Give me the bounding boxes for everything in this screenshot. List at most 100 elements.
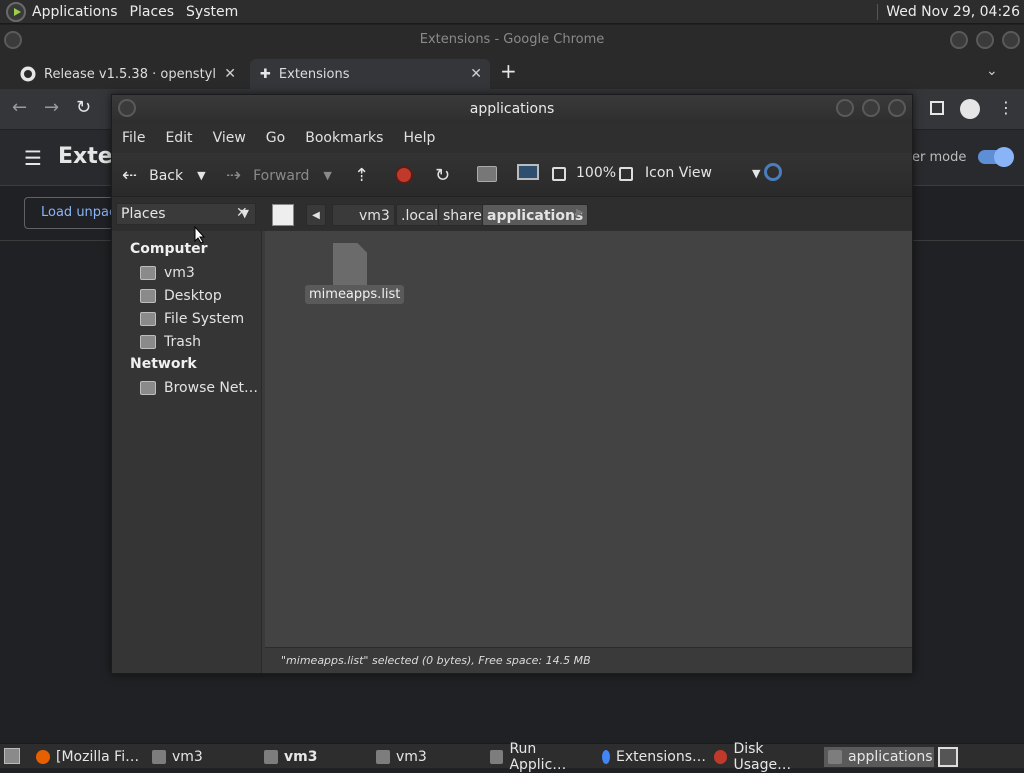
breadcrumb-applications[interactable]: applications xyxy=(482,204,589,226)
sidebar-item-label: Desktop xyxy=(164,288,222,304)
chrome-window-title: Extensions - Google Chrome xyxy=(419,32,605,47)
breadcrumb-right-arrow-icon[interactable]: ▶ xyxy=(576,207,584,218)
menu-view[interactable]: View xyxy=(203,130,256,146)
sidebar-item-label: vm3 xyxy=(164,265,195,281)
close-tab-icon[interactable]: ✕ xyxy=(470,66,482,82)
tab-search-icon[interactable]: ⌄ xyxy=(986,63,998,79)
task-label: applications xyxy=(848,749,933,765)
menu-places[interactable]: Places xyxy=(124,4,181,20)
breadcrumb-local[interactable]: .local xyxy=(396,204,444,226)
chevron-down-icon: ▼ xyxy=(751,166,761,180)
computer-icon[interactable] xyxy=(517,164,539,180)
tab-extensions[interactable]: ✚ Extensions ✕ xyxy=(250,59,490,89)
show-desktop-icon[interactable] xyxy=(4,748,20,764)
menu-help[interactable]: Help xyxy=(393,130,445,146)
back-button[interactable]: ⇠ Back ▼ xyxy=(122,165,206,186)
menu-bookmarks[interactable]: Bookmarks xyxy=(295,130,393,146)
github-icon xyxy=(20,66,36,82)
reload-icon[interactable]: ↻ xyxy=(435,165,450,186)
developer-mode-toggle[interactable] xyxy=(978,147,1014,167)
profile-icon[interactable] xyxy=(960,99,980,119)
file-manager-window: applications File Edit View Go Bookmarks… xyxy=(111,94,913,674)
forward-label: Forward xyxy=(253,167,310,184)
chrome-titlebar: Extensions - Google Chrome xyxy=(0,25,1024,55)
task-run-application[interactable]: Run Applic… xyxy=(486,741,594,773)
task-vm3-1[interactable]: vm3 xyxy=(148,747,256,767)
task-applications[interactable]: applications xyxy=(824,747,934,767)
fm-icon-view[interactable]: mimeapps.list xyxy=(265,231,912,647)
fm-toolbar: ⇠ Back ▼ ⇢ Forward ▼ ⇡ ↻ 100% Icon View … xyxy=(112,153,912,197)
clock[interactable]: Wed Nov 29, 04:26 xyxy=(877,3,1024,20)
sidebar-item-trash[interactable]: Trash xyxy=(140,334,201,350)
close-tab-icon[interactable]: ✕ xyxy=(224,66,236,82)
task-disk-usage[interactable]: Disk Usage… xyxy=(710,741,822,773)
back-arrow-icon[interactable]: ← xyxy=(12,97,27,118)
load-unpacked-button[interactable]: Load unpac xyxy=(24,197,114,229)
menu-file[interactable]: File xyxy=(112,130,155,146)
task-vm3-3[interactable]: vm3 xyxy=(372,747,480,767)
new-tab-icon[interactable]: + xyxy=(500,59,517,83)
zoom-in-icon[interactable] xyxy=(619,167,633,181)
fm-window-title: applications xyxy=(469,101,555,117)
home-folder-icon xyxy=(152,750,166,764)
tab-release[interactable]: Release v1.5.38 · openstyles/st ✕ xyxy=(12,59,244,89)
menu-edit[interactable]: Edit xyxy=(155,130,202,146)
up-icon[interactable]: ⇡ xyxy=(354,165,369,186)
back-history-dropdown-icon[interactable]: ▼ xyxy=(197,169,205,182)
reload-icon[interactable]: ↻ xyxy=(76,97,91,118)
breadcrumb-left-arrow-icon[interactable]: ◀ xyxy=(306,204,326,226)
forward-arrow-icon[interactable]: → xyxy=(44,97,59,118)
file-item[interactable]: mimeapps.list xyxy=(265,231,435,321)
chrome-menu-icon[interactable]: ⋮ xyxy=(998,98,1014,117)
minimize-icon[interactable] xyxy=(950,31,968,49)
task-label: vm3 xyxy=(172,749,203,765)
chrome-icon xyxy=(602,750,610,764)
maximize-icon[interactable] xyxy=(976,31,994,49)
home-folder-icon xyxy=(140,266,156,280)
forward-history-dropdown-icon[interactable]: ▼ xyxy=(323,169,331,182)
task-firefox[interactable]: [Mozilla Fi… xyxy=(32,747,146,767)
drive-icon xyxy=(140,312,156,326)
breadcrumb-share[interactable]: share xyxy=(438,204,487,226)
breadcrumb-vm3[interactable]: vm3 xyxy=(332,204,395,226)
task-vm3-2[interactable]: vm3 xyxy=(260,747,368,767)
fm-statusbar: "mimeapps.list" selected (0 bytes), Free… xyxy=(265,647,912,673)
task-label: Disk Usage… xyxy=(733,741,792,773)
close-icon[interactable] xyxy=(888,99,906,117)
text-file-icon xyxy=(333,243,367,287)
sidebar-item-file-system[interactable]: File System xyxy=(140,311,244,327)
close-icon[interactable] xyxy=(1002,31,1020,49)
view-mode-label: Icon View xyxy=(645,165,712,181)
workspace-switcher-icon[interactable] xyxy=(938,747,958,767)
maximize-icon[interactable] xyxy=(862,99,880,117)
close-sidebar-icon[interactable]: ✕ xyxy=(236,205,248,221)
search-icon[interactable] xyxy=(764,163,782,181)
zoom-out-icon[interactable] xyxy=(552,167,566,181)
minimize-icon[interactable] xyxy=(836,99,854,117)
home-folder-icon xyxy=(264,750,278,764)
menu-applications[interactable]: Applications xyxy=(26,4,124,20)
sidebar-item-vm3[interactable]: vm3 xyxy=(140,265,195,281)
edit-location-icon[interactable] xyxy=(272,204,294,226)
trash-icon xyxy=(140,335,156,349)
zoom-level[interactable]: 100% xyxy=(576,165,616,181)
stop-icon[interactable] xyxy=(395,166,413,184)
forward-button[interactable]: ⇢ Forward ▼ xyxy=(226,165,332,186)
menu-go[interactable]: Go xyxy=(256,130,295,146)
folder-icon xyxy=(828,750,842,764)
distro-logo-icon[interactable] xyxy=(6,1,26,22)
back-arrow-icon: ⇠ xyxy=(122,165,138,186)
view-mode-select[interactable]: Icon View ▼ xyxy=(645,165,760,181)
task-label: [Mozilla Fi… xyxy=(56,749,140,765)
status-text: "mimeapps.list" selected (0 bytes), Free… xyxy=(281,654,591,667)
hamburger-menu-icon[interactable]: ☰ xyxy=(24,146,42,170)
sidebar-type-select[interactable]: Places ▼ xyxy=(116,203,256,225)
side-panel-icon[interactable] xyxy=(930,101,944,115)
sidebar-item-browse-network[interactable]: Browse Net… xyxy=(140,380,258,396)
sidebar-item-desktop[interactable]: Desktop xyxy=(140,288,222,304)
task-extensions[interactable]: Extensions… xyxy=(598,747,706,767)
home-folder-icon[interactable] xyxy=(477,166,497,182)
firefox-icon xyxy=(36,750,50,764)
home-folder-icon xyxy=(376,750,390,764)
menu-system[interactable]: System xyxy=(180,4,244,20)
